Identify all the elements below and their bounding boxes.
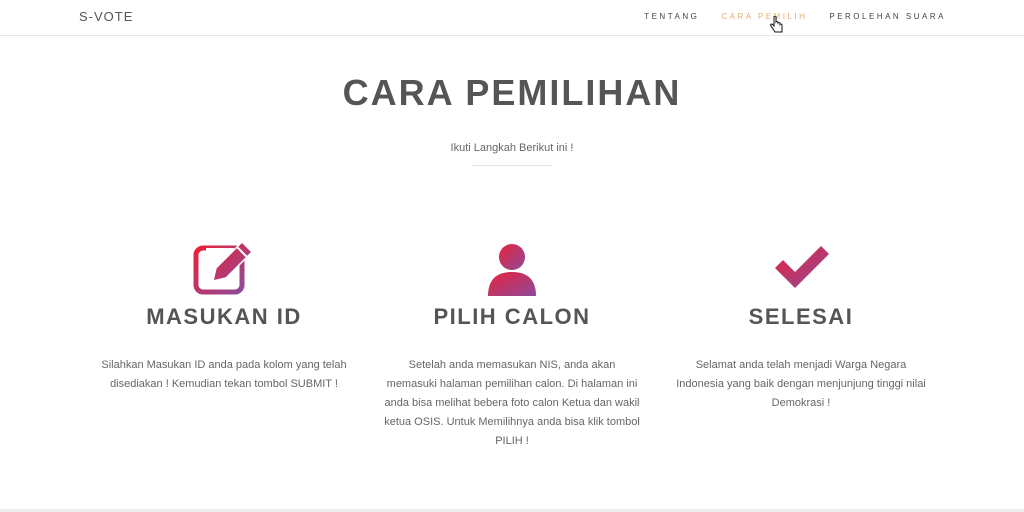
title-divider: [472, 165, 552, 166]
step-selesai: SELESAI Selamat anda telah menjadi Warga…: [666, 240, 936, 413]
step-description: Silahkan Masukan ID anda pada kolom yang…: [101, 359, 347, 390]
step-title: MASUKAN ID: [146, 304, 302, 329]
step-description: Selamat anda telah menjadi Warga Negara …: [676, 359, 926, 409]
page-title: CARA PEMILIHAN: [342, 72, 682, 113]
step-masukan-id: MASUKAN ID Silahkan Masukan ID anda pada…: [89, 240, 359, 394]
hand-cursor-icon: [770, 16, 783, 33]
nav-link-tentang[interactable]: TENTANG: [644, 12, 699, 21]
step-description: Setelah anda memasukan NIS, anda akan me…: [384, 359, 640, 447]
edit-icon: [193, 240, 254, 295]
brand-logo[interactable]: S-VOTE: [79, 9, 133, 24]
step-title: SELESAI: [748, 304, 854, 329]
step-pilih-calon: PILIH CALON Setelah anda memasukan NIS, …: [377, 240, 647, 451]
page-subtitle: Ikuti Langkah Berikut ini !: [450, 142, 574, 154]
check-icon: [775, 246, 829, 288]
nav-link-perolehan-suara[interactable]: PEROLEHAN SUARA: [829, 12, 946, 21]
nav-link-cara-pemilih[interactable]: CARA PEMILIH: [721, 12, 807, 21]
navbar: S-VOTE TENTANG CARA PEMILIH PEROLEHAN SU…: [0, 0, 1024, 36]
nav-links: TENTANG CARA PEMILIH PEROLEHAN SUARA: [644, 12, 946, 21]
step-title: PILIH CALON: [433, 304, 591, 329]
user-icon: [488, 244, 536, 296]
